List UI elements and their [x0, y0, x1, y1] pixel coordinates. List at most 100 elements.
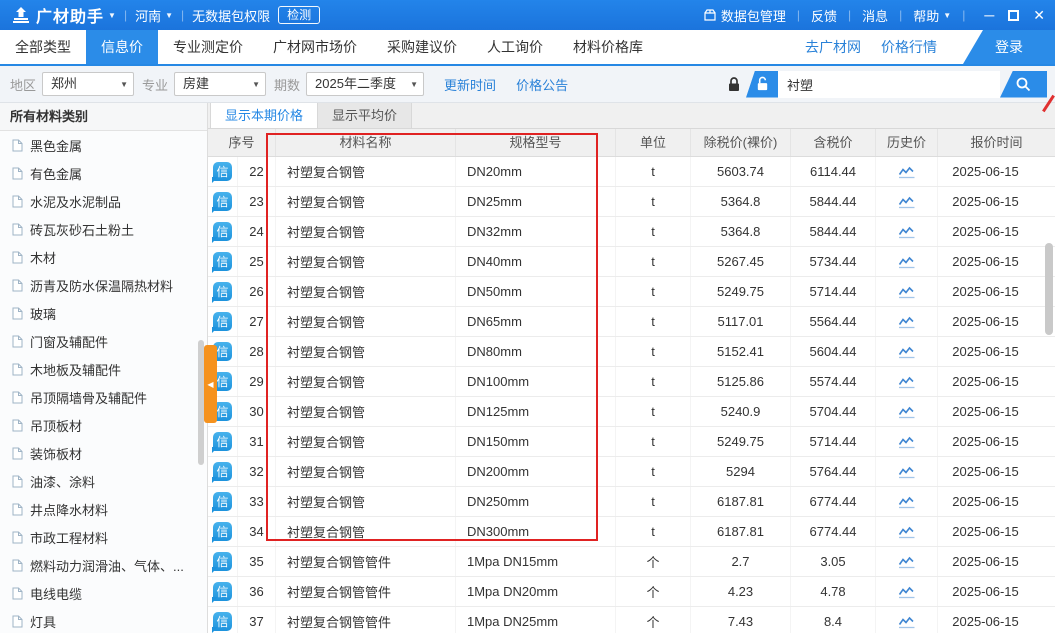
update-time-link[interactable]: 更新时间 [444, 75, 496, 94]
history-price-chart-icon[interactable] [898, 585, 916, 599]
unit: t [616, 247, 691, 276]
quote-date: 2025-06-15 [938, 577, 1055, 606]
minimize-button[interactable]: ─ [984, 8, 994, 22]
table-scrollbar-thumb[interactable] [1045, 243, 1053, 335]
table-row[interactable]: 信 30 衬塑复合钢管 DN125mm t 5240.9 5704.44 202… [208, 397, 1055, 427]
region-select[interactable]: 郑州 [42, 72, 134, 96]
table-row[interactable]: 信 31 衬塑复合钢管 DN150mm t 5249.75 5714.44 20… [208, 427, 1055, 457]
history-price-chart-icon[interactable] [898, 285, 916, 299]
sidebar-category-item[interactable]: 灯具 [0, 607, 207, 633]
price-view-subtab[interactable]: 显示本期价格 [210, 103, 318, 128]
category-label: 电线电缆 [30, 584, 82, 603]
history-price-chart-icon[interactable] [898, 525, 916, 539]
lock-open-icon[interactable] [746, 71, 778, 98]
price-notice-link[interactable]: 价格公告 [516, 75, 568, 94]
feedback-button[interactable]: 反馈 [811, 6, 837, 25]
price-view-subtab[interactable]: 显示平均价 [317, 103, 412, 128]
table-row[interactable]: 信 22 衬塑复合钢管 DN20mm t 5603.74 6114.44 202… [208, 157, 1055, 187]
price-incl-tax: 4.78 [791, 577, 876, 606]
nav-tab[interactable]: 广材网市场价 [258, 30, 372, 64]
history-price-chart-icon[interactable] [898, 255, 916, 269]
column-header: 除税价(裸价) [691, 129, 791, 156]
nav-tab[interactable]: 人工询价 [472, 30, 558, 64]
search-input[interactable] [778, 71, 1000, 98]
nav-tab[interactable]: 采购建议价 [372, 30, 472, 64]
maximize-button[interactable] [1008, 10, 1019, 21]
history-price-chart-icon[interactable] [898, 225, 916, 239]
sidebar-category-item[interactable]: 油漆、涂料 [0, 467, 207, 495]
sidebar-category-item[interactable]: 木地板及辅配件 [0, 355, 207, 383]
sidebar-collapse-handle[interactable]: ◀ [204, 345, 217, 423]
search-button[interactable] [1000, 71, 1047, 98]
price-market-link[interactable]: 价格行情 [881, 37, 937, 57]
history-price-chart-icon[interactable] [898, 165, 916, 179]
sidebar-category-item[interactable]: 吊顶隔墙骨及辅配件 [0, 383, 207, 411]
history-price-chart-icon[interactable] [898, 615, 916, 629]
sidebar-category-item[interactable]: 砖瓦灰砂石土粉土 [0, 215, 207, 243]
period-select[interactable]: 2025年二季度 [306, 72, 424, 96]
data-package-manage-button[interactable]: 数据包管理 [703, 6, 786, 25]
info-price-badge: 信 [213, 552, 232, 571]
sidebar-category-item[interactable]: 玻璃 [0, 299, 207, 327]
unit: t [616, 217, 691, 246]
help-button[interactable]: 帮助▼ [913, 6, 951, 25]
nav-tab[interactable]: 信息价 [86, 30, 158, 64]
sidebar-category-item[interactable]: 沥青及防水保温隔热材料 [0, 271, 207, 299]
sidebar-category-item[interactable]: 燃料动力润滑油、气体、... [0, 551, 207, 579]
table-row[interactable]: 信 36 衬塑复合钢管管件 1Mpa DN20mm 个 4.23 4.78 20… [208, 577, 1055, 607]
row-index: 31 [238, 427, 276, 456]
login-button[interactable]: 登录 [963, 30, 1055, 64]
sidebar-category-item[interactable]: 吊顶板材 [0, 411, 207, 439]
messages-button[interactable]: 消息 [862, 6, 888, 25]
divider: | [124, 8, 127, 22]
table-row[interactable]: 信 23 衬塑复合钢管 DN25mm t 5364.8 5844.44 2025… [208, 187, 1055, 217]
table-row[interactable]: 信 25 衬塑复合钢管 DN40mm t 5267.45 5734.44 202… [208, 247, 1055, 277]
sidebar-category-item[interactable]: 有色金属 [0, 159, 207, 187]
nav-tab[interactable]: 专业测定价 [158, 30, 258, 64]
sidebar-category-item[interactable]: 门窗及辅配件 [0, 327, 207, 355]
row-index: 27 [238, 307, 276, 336]
goto-guangcai-link[interactable]: 去广材网 [805, 37, 861, 57]
history-price-chart-icon[interactable] [898, 315, 916, 329]
table-row[interactable]: 信 34 衬塑复合钢管 DN300mm t 6187.81 6774.44 20… [208, 517, 1055, 547]
sidebar-category-item[interactable]: 木材 [0, 243, 207, 271]
history-price-chart-icon[interactable] [898, 345, 916, 359]
history-price-chart-icon[interactable] [898, 195, 916, 209]
history-price-chart-icon[interactable] [898, 405, 916, 419]
document-icon [12, 475, 23, 488]
history-price-chart-icon[interactable] [898, 495, 916, 509]
province-selector[interactable]: 河南▼ [135, 6, 173, 25]
table-row[interactable]: 信 27 衬塑复合钢管 DN65mm t 5117.01 5564.44 202… [208, 307, 1055, 337]
lock-closed-icon[interactable] [722, 76, 746, 93]
table-row[interactable]: 信 32 衬塑复合钢管 DN200mm t 5294 5764.44 2025-… [208, 457, 1055, 487]
nav-tab[interactable]: 全部类型 [0, 30, 86, 64]
table-row[interactable]: 信 24 衬塑复合钢管 DN32mm t 5364.8 5844.44 2025… [208, 217, 1055, 247]
price-incl-tax: 5574.44 [791, 367, 876, 396]
close-button[interactable]: ✕ [1033, 8, 1045, 22]
table-row[interactable]: 信 35 衬塑复合钢管管件 1Mpa DN15mm 个 2.7 3.05 202… [208, 547, 1055, 577]
row-index: 24 [238, 217, 276, 246]
detect-button[interactable]: 检测 [278, 6, 320, 24]
row-index: 30 [238, 397, 276, 426]
table-row[interactable]: 信 26 衬塑复合钢管 DN50mm t 5249.75 5714.44 202… [208, 277, 1055, 307]
history-price-chart-icon[interactable] [898, 465, 916, 479]
nav-tab[interactable]: 材料价格库 [558, 30, 658, 64]
sidebar-category-item[interactable]: 水泥及水泥制品 [0, 187, 207, 215]
history-price-chart-icon[interactable] [898, 375, 916, 389]
sidebar-category-item[interactable]: 井点降水材料 [0, 495, 207, 523]
history-price-chart-icon[interactable] [898, 555, 916, 569]
price-incl-tax: 6774.44 [791, 487, 876, 516]
major-select[interactable]: 房建 [174, 72, 266, 96]
table-row[interactable]: 信 33 衬塑复合钢管 DN250mm t 6187.81 6774.44 20… [208, 487, 1055, 517]
table-row[interactable]: 信 28 衬塑复合钢管 DN80mm t 5152.41 5604.44 202… [208, 337, 1055, 367]
spec-model: DN300mm [456, 517, 616, 546]
app-menu-caret-icon[interactable]: ▼ [108, 11, 116, 20]
sidebar-category-item[interactable]: 黑色金属 [0, 131, 207, 159]
history-price-chart-icon[interactable] [898, 435, 916, 449]
sidebar-category-item[interactable]: 电线电缆 [0, 579, 207, 607]
unit: t [616, 187, 691, 216]
table-row[interactable]: 信 29 衬塑复合钢管 DN100mm t 5125.86 5574.44 20… [208, 367, 1055, 397]
table-row[interactable]: 信 37 衬塑复合钢管管件 1Mpa DN25mm 个 7.43 8.4 202… [208, 607, 1055, 633]
sidebar-category-item[interactable]: 装饰板材 [0, 439, 207, 467]
sidebar-category-item[interactable]: 市政工程材料 [0, 523, 207, 551]
